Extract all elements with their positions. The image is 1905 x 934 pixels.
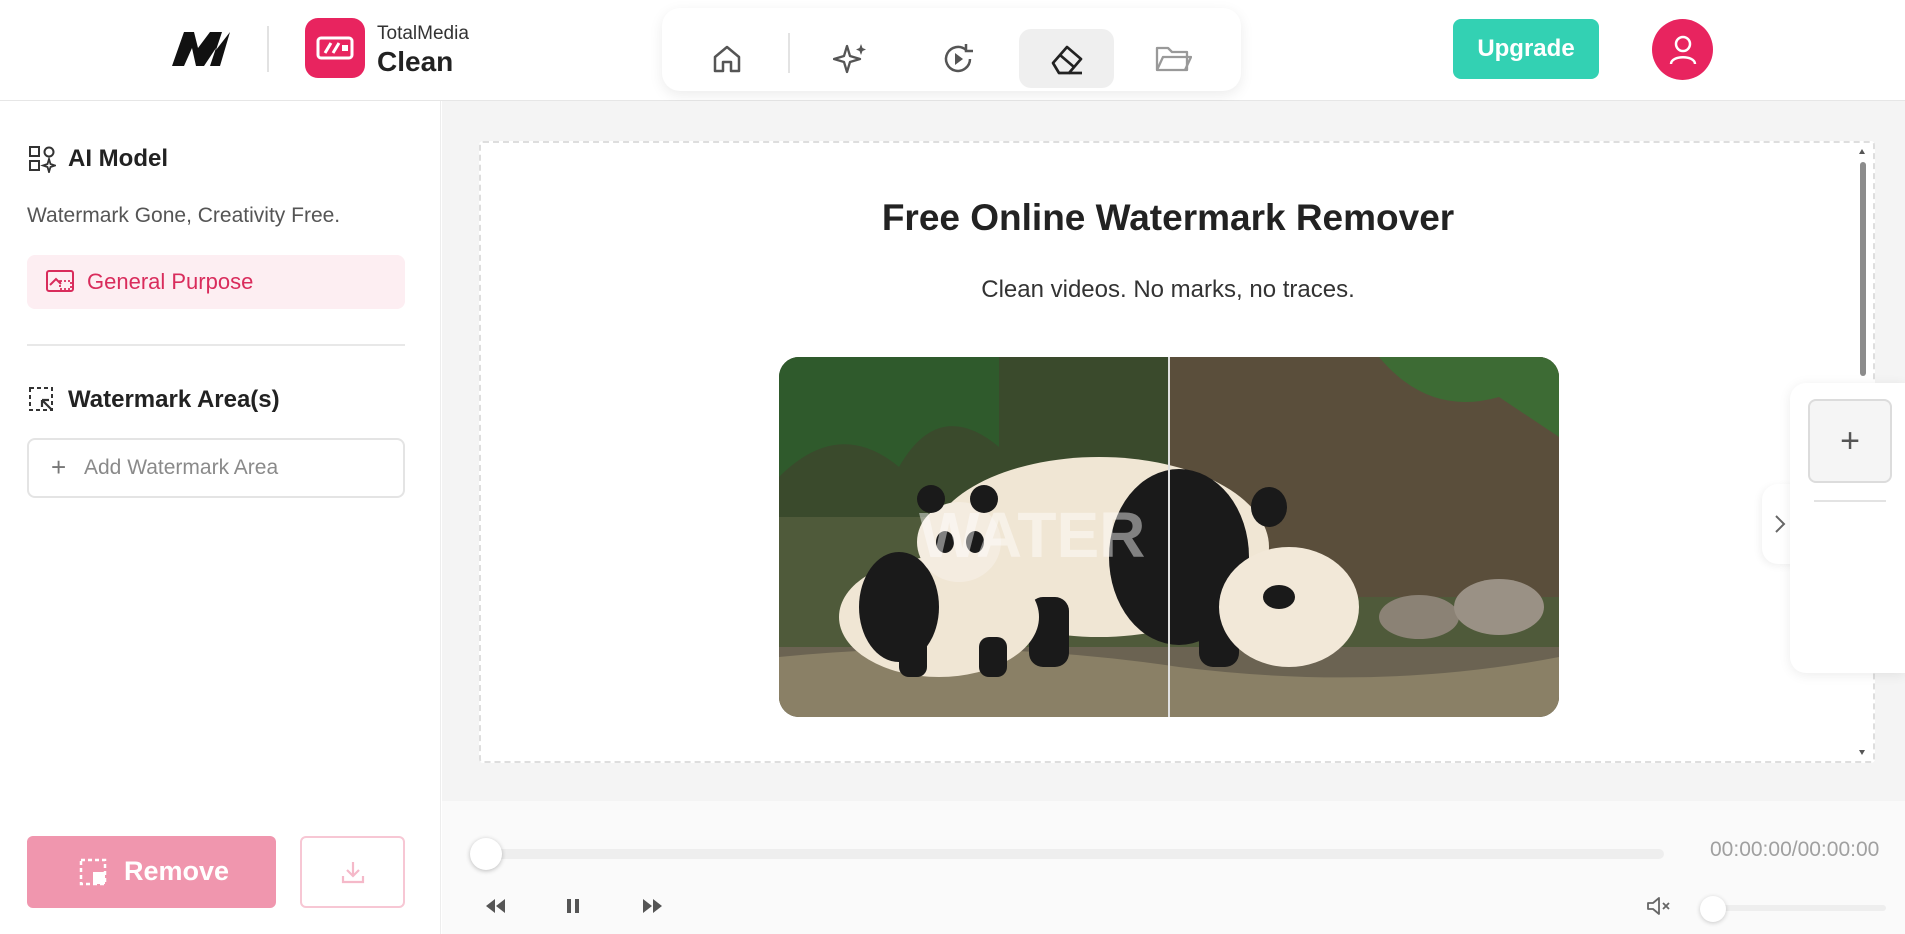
tool-home[interactable] xyxy=(679,31,774,87)
mute-button[interactable] xyxy=(1643,894,1673,918)
sidebar-divider xyxy=(27,344,405,346)
folder-icon xyxy=(1155,46,1192,72)
page-title: Free Online Watermark Remover xyxy=(881,197,1455,238)
toolbar-divider xyxy=(788,33,790,73)
add-watermark-area-button[interactable]: + Add Watermark Area xyxy=(27,438,405,498)
remove-button[interactable]: Remove xyxy=(27,836,276,908)
tool-convert[interactable] xyxy=(910,31,1005,87)
plus-icon: + xyxy=(51,452,67,482)
tagline: Watermark Gone, Creativity Free. xyxy=(27,204,341,227)
volume-muted-icon xyxy=(1647,897,1670,915)
fast-forward-button[interactable] xyxy=(637,894,667,918)
upgrade-button[interactable]: Upgrade xyxy=(1453,19,1599,79)
upload-drop-zone[interactable]: Free Online Watermark Remover Clean vide… xyxy=(479,141,1875,763)
download-button[interactable] xyxy=(300,836,405,908)
pause-button[interactable] xyxy=(558,894,588,918)
add-file-button[interactable]: + xyxy=(1808,399,1892,483)
remove-button-label: Remove xyxy=(124,856,230,886)
progress-bar[interactable] xyxy=(486,849,1664,859)
download-icon xyxy=(341,862,364,884)
tool-watermark-remover[interactable] xyxy=(1019,29,1114,88)
before-after-preview: WATER xyxy=(779,357,1559,717)
app-logo-icon[interactable] xyxy=(305,18,365,78)
user-avatar[interactable] xyxy=(1652,19,1713,80)
user-icon xyxy=(1669,35,1696,64)
app-name-top: TotalMedia xyxy=(377,23,469,44)
ai-model-icon xyxy=(29,146,56,173)
plus-icon: + xyxy=(1840,421,1860,460)
refresh-play-icon xyxy=(944,44,973,73)
watermark-text: WATER xyxy=(919,499,1145,571)
model-option-general-purpose[interactable]: General Purpose xyxy=(27,255,405,309)
time-readout: 00:00:00/00:00:00 xyxy=(1710,838,1880,861)
page-subtitle: Clean videos. No marks, no traces. xyxy=(981,276,1355,303)
watermark-area-title: Watermark Area(s) xyxy=(68,386,280,413)
rewind-button[interactable] xyxy=(481,894,511,918)
sparkle-icon xyxy=(832,44,866,74)
eraser-icon xyxy=(1051,45,1082,74)
tool-files[interactable] xyxy=(1125,31,1220,87)
remove-area-icon xyxy=(79,858,107,886)
select-area-icon xyxy=(29,387,53,411)
rewind-icon xyxy=(486,899,505,913)
model-option-label: General Purpose xyxy=(87,269,254,294)
volume-handle[interactable] xyxy=(1700,896,1726,922)
settings-sidebar: AI Model Watermark Gone, Creativity Free… xyxy=(0,101,441,934)
pause-icon xyxy=(567,899,579,913)
app-name-bottom: Clean xyxy=(377,46,454,77)
fast-forward-icon xyxy=(643,899,662,913)
image-region-icon xyxy=(46,270,74,292)
brand-divider xyxy=(267,26,269,72)
workspace: Free Online Watermark Remover Clean vide… xyxy=(442,101,1905,801)
brand-logo-icon[interactable] xyxy=(170,30,232,68)
progress-handle[interactable] xyxy=(470,838,502,870)
panel-divider xyxy=(1814,500,1886,502)
scrollbar-thumb[interactable] xyxy=(1860,162,1866,376)
panda-preview-image: WATER xyxy=(779,357,1559,717)
add-watermark-area-label: Add Watermark Area xyxy=(84,456,279,479)
home-icon xyxy=(713,45,740,73)
tool-ai-enhance[interactable] xyxy=(803,31,898,87)
file-list-panel: + xyxy=(1790,383,1905,673)
app-header: TotalMedia Clean Upgrade xyxy=(0,0,1905,101)
chevron-right-icon xyxy=(1775,515,1786,533)
main-toolbar xyxy=(662,8,1241,91)
volume-slider[interactable] xyxy=(1706,905,1886,911)
video-player-controls: 00:00:00/00:00:00 xyxy=(442,801,1905,934)
ai-model-title: AI Model xyxy=(68,145,168,172)
